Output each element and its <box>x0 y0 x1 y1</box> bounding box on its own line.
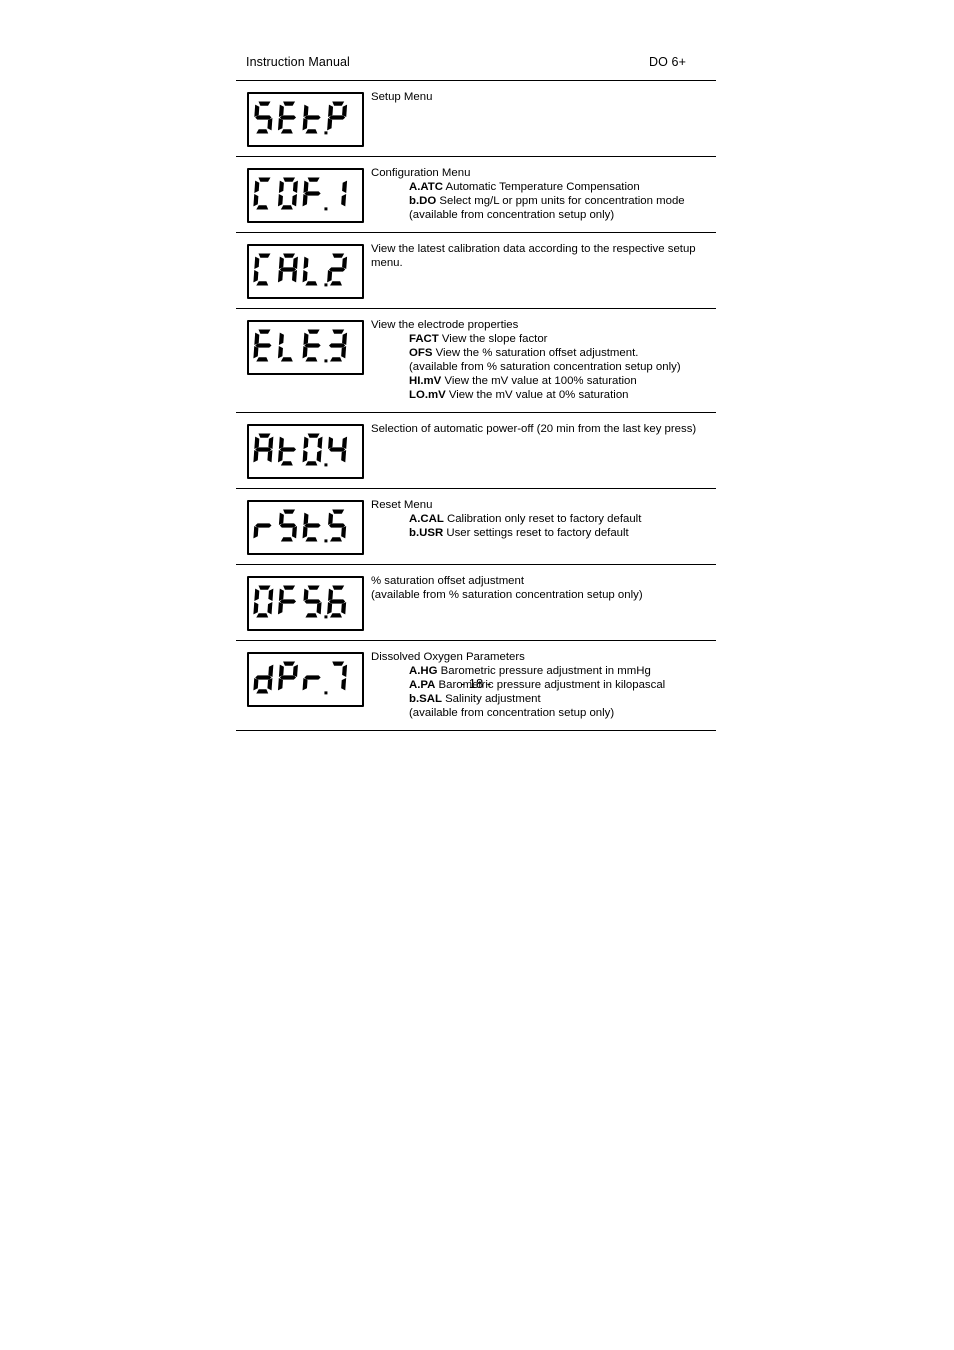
page-footer: - 18 - <box>236 676 716 691</box>
menu-option-line: b.SAL Salinity adjustment <box>409 693 541 705</box>
running-header: Instruction Manual DO 6+ <box>236 0 716 80</box>
row-spacer <box>371 402 712 404</box>
menu-option-code: OFS <box>409 347 433 359</box>
description-line: Dissolved Oxygen Parameters <box>371 651 525 663</box>
lcd-display-cell <box>236 233 371 308</box>
menu-description: Reset Menu A.CAL Calibration only reset t… <box>371 489 716 558</box>
lcd-display-cell <box>236 157 371 232</box>
lcd-display <box>247 424 364 479</box>
menu-option-code: A.ATC <box>409 181 443 193</box>
description-line: % saturation offset adjustment <box>371 575 525 587</box>
menu-row: Selection of automatic power-off (20 min… <box>236 413 716 488</box>
menu-row: Configuration Menu A.ATC Automatic Temper… <box>236 157 716 232</box>
menu-description: Configuration Menu A.ATC Automatic Temper… <box>371 157 716 232</box>
document-page: Instruction Manual DO 6+ Setup Menu Confi… <box>236 0 716 731</box>
description-line: (available from concentration setup only… <box>409 209 615 221</box>
lcd-display <box>247 576 364 631</box>
menu-option-line: b.DO Select mg/L or ppm units for concen… <box>409 195 685 207</box>
menu-option-line: HI.mV View the mV value at 100% saturati… <box>409 375 637 387</box>
menu-row: % saturation offset adjustment (available… <box>236 565 716 640</box>
menu-description: % saturation offset adjustment (available… <box>371 565 716 620</box>
page-number: - 18 - <box>460 676 492 691</box>
description-line: menu. <box>371 257 403 269</box>
description-line: View the latest calibration data accordi… <box>371 243 696 255</box>
lcd-display <box>247 244 364 299</box>
menu-option-code: b.SAL <box>409 693 442 705</box>
header-right-model: DO 6+ <box>649 55 686 69</box>
header-left-title: Instruction Manual <box>246 55 350 69</box>
lcd-display-cell <box>236 489 371 564</box>
row-spacer <box>371 104 712 124</box>
menu-option-code: b.USR <box>409 527 444 539</box>
description-line: Selection of automatic power-off (20 min… <box>371 423 697 435</box>
description-line: (available from % saturation concentrati… <box>409 361 681 373</box>
menu-option-line: LO.mV View the mV value at 0% saturation <box>409 389 629 401</box>
row-spacer <box>371 222 712 224</box>
menu-option-code: FACT <box>409 333 439 345</box>
lcd-display-cell <box>236 309 371 384</box>
row-spacer <box>371 602 712 612</box>
menu-table: Setup Menu Configuration Menu A.ATC Automa… <box>236 81 716 731</box>
menu-description: View the electrode properties FACT View t… <box>371 309 716 412</box>
menu-option-code: LO.mV <box>409 389 446 401</box>
menu-row: View the latest calibration data accordi… <box>236 233 716 308</box>
menu-description: View the latest calibration data accordi… <box>371 233 716 288</box>
row-spacer <box>371 436 712 456</box>
row-spacer <box>371 270 712 280</box>
row-spacer <box>371 540 712 550</box>
description-line: (available from % saturation concentrati… <box>371 589 643 601</box>
lcd-display-cell <box>236 413 371 488</box>
menu-option-code: b.DO <box>409 195 437 207</box>
menu-option-line: OFS View the % saturation offset adjustm… <box>409 347 639 359</box>
menu-option-line: A.ATC Automatic Temperature Compensation <box>409 181 640 193</box>
row-divider <box>236 730 716 731</box>
description-line: (available from concentration setup only… <box>409 707 615 719</box>
menu-option-line: b.USR User settings reset to factory def… <box>409 527 629 539</box>
menu-row: View the electrode properties FACT View t… <box>236 309 716 412</box>
menu-option-code: HI.mV <box>409 375 442 387</box>
description-line: Setup Menu <box>371 91 433 103</box>
description-line: View the electrode properties <box>371 319 519 331</box>
description-line: Configuration Menu <box>371 167 471 179</box>
menu-option-code: A.CAL <box>409 513 444 525</box>
row-spacer <box>371 720 712 722</box>
menu-option-line: A.CAL Calibration only reset to factory … <box>409 513 642 525</box>
lcd-display <box>247 320 364 375</box>
menu-description: Setup Menu <box>371 81 716 132</box>
description-line: Reset Menu <box>371 499 433 511</box>
menu-row: Reset Menu A.CAL Calibration only reset t… <box>236 489 716 564</box>
lcd-display-cell <box>236 81 371 156</box>
menu-row: Setup Menu <box>236 81 716 156</box>
lcd-display <box>247 500 364 555</box>
menu-description: Selection of automatic power-off (20 min… <box>371 413 716 464</box>
lcd-display <box>247 92 364 147</box>
lcd-display-cell <box>236 565 371 640</box>
lcd-display <box>247 168 364 223</box>
menu-option-line: FACT View the slope factor <box>409 333 548 345</box>
